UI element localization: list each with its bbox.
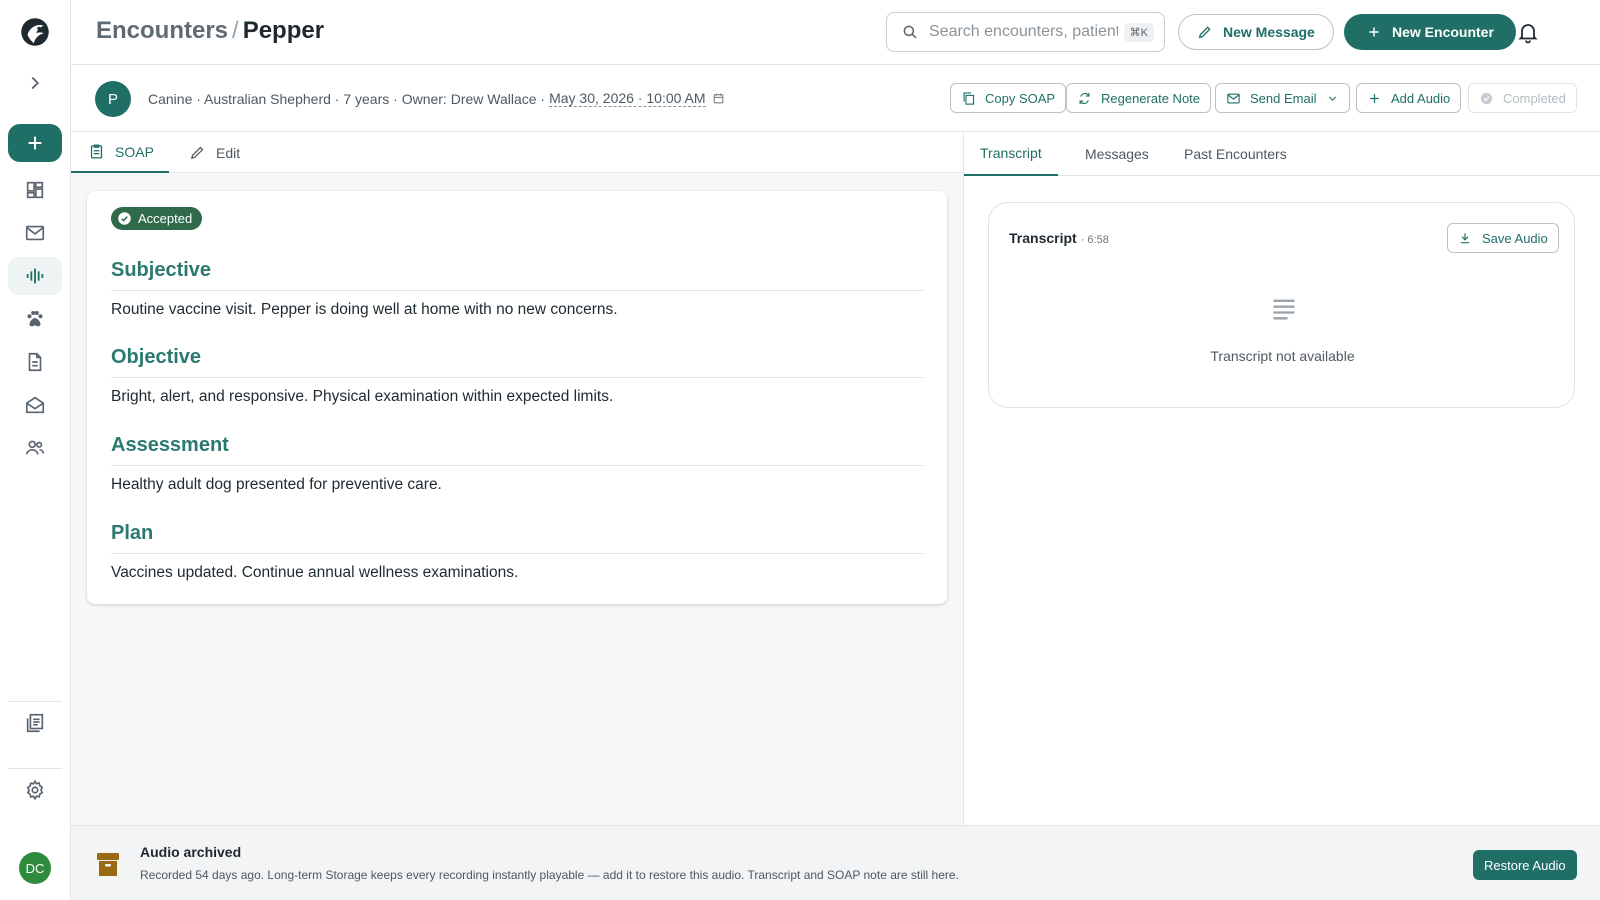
mail-icon[interactable] [8, 214, 62, 252]
tab-messages[interactable]: Messages [1075, 132, 1159, 176]
soap-card: Accepted Subjective Routine vaccine visi… [87, 191, 947, 604]
transcript-title: Transcript [1009, 230, 1077, 246]
encounter-datetime[interactable]: May 30, 2026 · 10:00 AM [549, 90, 706, 107]
new-message-label: New Message [1223, 24, 1315, 40]
check-circle-icon [1480, 92, 1493, 104]
section-title: Assessment [111, 434, 923, 466]
expand-sidebar-icon[interactable] [8, 64, 62, 102]
section-title: Objective [111, 346, 923, 378]
user-avatar[interactable]: DC [19, 852, 51, 884]
plus-icon [1370, 93, 1379, 103]
search-placeholder: Search encounters, patients… [929, 23, 1118, 40]
regenerate-note-button[interactable]: Regenerate Note [1066, 83, 1212, 113]
sidebar-divider [8, 701, 62, 702]
calendar-icon[interactable] [712, 92, 725, 105]
refresh-icon [1079, 92, 1090, 104]
settings-gear-icon[interactable] [8, 771, 62, 809]
section-text: Vaccines updated. Continue annual wellne… [111, 564, 519, 581]
search-input[interactable]: Search encounters, patients… ⌘K [886, 12, 1165, 52]
restore-audio-button[interactable]: Restore Audio [1473, 850, 1577, 880]
soap-pane: Accepted Subjective Routine vaccine visi… [71, 173, 963, 825]
transcript-duration: · 6:58 [1080, 234, 1109, 246]
new-encounter-sidebar-button[interactable] [8, 124, 62, 162]
section-title: Plan [111, 522, 923, 554]
side-tabs: Transcript Messages Past Encounters [964, 132, 1600, 176]
save-audio-button[interactable]: Save Audio [1447, 223, 1559, 253]
pane-divider [963, 132, 964, 825]
transcript-heading: Transcript · 6:58 [1009, 230, 1109, 246]
note-tabs: SOAP Edit [71, 132, 963, 173]
download-icon [1460, 233, 1470, 244]
email-icon [1227, 93, 1240, 103]
audio-archived-banner: Audio archived Recorded 54 days ago. Lon… [71, 825, 1600, 900]
app-logo-icon[interactable] [8, 13, 62, 51]
tab-past-encounters[interactable]: Past Encounters [1174, 132, 1297, 176]
new-encounter-label: New Encounter [1392, 24, 1494, 40]
section-objective: Objective Bright, alert, and responsive.… [111, 346, 923, 406]
copy-icon [963, 91, 975, 105]
new-encounter-button[interactable]: New Encounter [1344, 14, 1516, 50]
section-text: Routine vaccine visit. Pepper is doing w… [111, 301, 618, 318]
save-audio-label: Save Audio [1482, 230, 1548, 246]
dashboard-icon[interactable] [8, 171, 62, 209]
add-audio-label: Add Audio [1391, 90, 1451, 106]
patient-avatar: P [95, 81, 131, 117]
sidebar-divider [8, 768, 62, 769]
section-title: Subjective [111, 259, 923, 291]
banner-text: Recorded 54 days ago. Long-term Storage … [140, 868, 959, 882]
section-text: Bright, alert, and responsive. Physical … [111, 388, 614, 405]
tab-soap[interactable]: SOAP [71, 132, 169, 173]
archive-box-icon [97, 853, 119, 876]
search-icon [903, 25, 917, 39]
search-shortcut: ⌘K [1123, 22, 1154, 42]
copy-soap-button[interactable]: Copy SOAP [950, 83, 1067, 113]
encounters-audio-icon[interactable] [8, 257, 62, 295]
section-plan: Plan Vaccines updated. Continue annual w… [111, 522, 923, 582]
documents-icon[interactable] [8, 343, 62, 381]
section-assessment: Assessment Healthy adult dog presented f… [111, 434, 923, 494]
patient-summary: Canine · Australian Shepherd · 7 years ·… [148, 90, 725, 107]
copy-soap-label: Copy SOAP [985, 90, 1056, 106]
notes-icon[interactable] [8, 704, 62, 742]
breadcrumb-separator: / [232, 17, 239, 44]
tab-edit-label: Edit [216, 144, 241, 161]
pencil-icon [190, 146, 204, 160]
add-audio-button[interactable]: Add Audio [1356, 83, 1462, 113]
pencil-icon [1198, 26, 1211, 39]
top-bar: Encounters / Pepper Search encounters, pat… [71, 0, 1600, 65]
status-badge: Accepted [111, 207, 203, 230]
new-message-button[interactable]: New Message [1178, 14, 1334, 50]
breadcrumb-current: Pepper [242, 17, 325, 44]
transcript-card: Transcript · 6:58 Save Audio Transcript n… [988, 202, 1575, 408]
text-lines-icon [1273, 299, 1295, 320]
banner-title: Audio archived [140, 844, 242, 860]
breadcrumb: Encounters / Pepper [96, 17, 324, 45]
section-text: Healthy adult dog presented for preventi… [111, 476, 442, 493]
tab-edit[interactable]: Edit [185, 132, 250, 173]
patients-paw-icon[interactable] [8, 300, 62, 338]
send-email-button[interactable]: Send Email [1215, 83, 1351, 113]
patient-info-bar: P Canine · Australian Shepherd · 7 years… [71, 65, 1600, 132]
inbox-icon[interactable] [8, 386, 62, 424]
breadcrumb-encounters[interactable]: Encounters [96, 17, 228, 44]
completed-label: Completed [1503, 90, 1566, 106]
chevron-down-icon[interactable] [1326, 92, 1339, 105]
completed-button: Completed [1468, 83, 1577, 113]
check-circle-icon [118, 212, 131, 225]
plus-icon [1369, 27, 1379, 37]
section-subjective: Subjective Routine vaccine visit. Pepper… [111, 259, 923, 319]
regenerate-note-label: Regenerate Note [1101, 90, 1201, 106]
tab-soap-label: SOAP [115, 143, 154, 160]
team-icon[interactable] [8, 429, 62, 467]
tab-transcript[interactable]: Transcript [964, 132, 1058, 176]
status-label: Accepted [138, 211, 193, 226]
transcript-empty-message: Transcript not available [1210, 348, 1355, 364]
patient-details: Canine · Australian Shepherd · 7 years ·… [148, 90, 546, 107]
sidebar: DC [0, 0, 71, 900]
notifications-bell-icon[interactable] [1516, 20, 1540, 44]
clipboard-icon [90, 144, 103, 159]
send-email-label: Send Email [1250, 90, 1317, 106]
